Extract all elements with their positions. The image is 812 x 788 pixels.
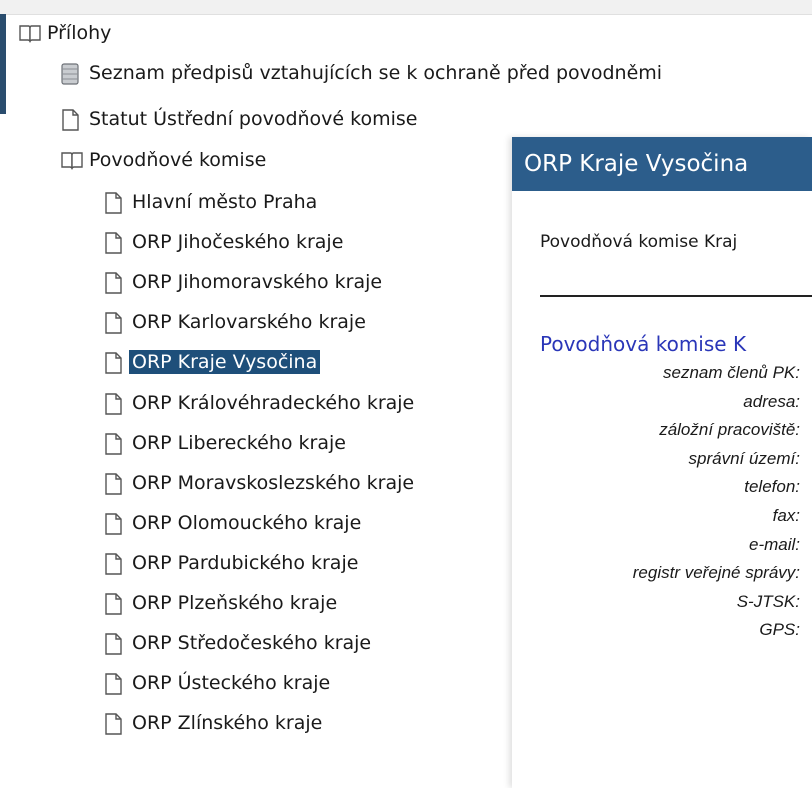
- tree-node-commission[interactable]: ORP Libereckého kraje: [103, 428, 349, 458]
- document-icon: [103, 231, 123, 254]
- tree-node-commission[interactable]: ORP Moravskoslezského kraje: [103, 468, 417, 498]
- tree-node-label: ORP Karlovarského kraje: [132, 311, 366, 333]
- divider: [540, 295, 812, 297]
- tree-node-commission[interactable]: ORP Jihomoravského kraje: [103, 267, 385, 297]
- tree-node-label: Statut Ústřední povodňové komise: [89, 108, 418, 130]
- tree-node-statut[interactable]: Statut Ústřední povodňové komise: [60, 104, 420, 134]
- tree-node-commission[interactable]: ORP Středočeského kraje: [103, 628, 374, 658]
- panel-subtitle: Povodňová komise K: [540, 332, 747, 356]
- field-label: správní území:: [688, 449, 801, 468]
- tree-node-label: ORP Moravskoslezského kraje: [132, 472, 415, 494]
- document-icon: [103, 351, 123, 374]
- tree-node-commission[interactable]: ORP Pardubického kraje: [103, 548, 361, 578]
- field-label: telefon:: [744, 477, 800, 496]
- tree-node-povodnove-komise[interactable]: Povodňové komise: [60, 145, 269, 175]
- tree-node-label: Seznam předpisů vztahujících se k ochran…: [89, 62, 663, 84]
- tree-node-label: ORP Libereckého kraje: [132, 432, 346, 454]
- field-label: GPS:: [759, 620, 800, 639]
- detail-panel: ORP Kraje Vysočina Povodňová komise Kraj…: [512, 137, 812, 788]
- tree-node-label: ORP Pardubického kraje: [132, 552, 359, 574]
- tree-node-commission[interactable]: ORP Olomouckého kraje: [103, 508, 364, 538]
- open-book-icon: [18, 22, 41, 44]
- field-label: fax:: [772, 506, 800, 525]
- document-icon: [103, 311, 123, 334]
- field-label: adresa:: [743, 392, 800, 411]
- tree-node-label: ORP Královéhradeckého kraje: [132, 392, 415, 414]
- tree-node-prilohy[interactable]: Přílohy: [18, 18, 114, 48]
- tree-node-label: ORP Jihočeského kraje: [132, 231, 344, 253]
- tree-node-commission[interactable]: ORP Jihočeského kraje: [103, 227, 346, 257]
- document-icon: [103, 392, 123, 415]
- document-icon: [103, 712, 123, 735]
- book-stack-icon: [60, 62, 80, 85]
- tree-node-label: ORP Jihomoravského kraje: [132, 271, 383, 293]
- document-icon: [103, 432, 123, 455]
- tree-node-label: Povodňové komise: [89, 149, 267, 171]
- field-label: e-mail:: [748, 535, 800, 554]
- tree-node-label: ORP Plzeňského kraje: [132, 592, 338, 614]
- open-book-icon: [60, 149, 83, 171]
- tree-node-label: ORP Středočeského kraje: [132, 632, 372, 654]
- tree-node-commission[interactable]: Hlavní město Praha: [103, 187, 320, 217]
- tree-node-commission[interactable]: ORP Ústeckého kraje: [103, 668, 333, 698]
- tree-node-predpisy[interactable]: Seznam předpisů vztahujících se k ochran…: [60, 58, 665, 88]
- document-icon: [103, 592, 123, 615]
- tree-node-label: ORP Zlínského kraje: [132, 712, 323, 734]
- field-label: S-JTSK:: [736, 592, 800, 611]
- panel-intro-text: Povodňová komise Kraj: [540, 232, 738, 252]
- document-icon: [103, 271, 123, 294]
- field-label: záložní pracoviště:: [659, 420, 800, 439]
- tree-node-label: ORP Ústeckého kraje: [132, 672, 331, 694]
- tree-node-label: Přílohy: [47, 22, 112, 44]
- field-label: registr veřejné správy:: [632, 563, 800, 582]
- document-icon: [103, 472, 123, 495]
- document-icon: [103, 191, 123, 214]
- tree-node-commission[interactable]: ORP Karlovarského kraje: [103, 307, 369, 337]
- tree-node-label: ORP Kraje Vysočina: [129, 350, 321, 374]
- panel-title: ORP Kraje Vysočina: [512, 137, 812, 191]
- tree-node-commission[interactable]: ORP Kraje Vysočina: [103, 347, 321, 377]
- tree-node-label: Hlavní město Praha: [132, 191, 318, 213]
- field-label: seznam členů PK:: [662, 363, 800, 382]
- document-icon: [103, 672, 123, 695]
- tree-node-label: ORP Olomouckého kraje: [132, 512, 362, 534]
- tree-node-commission[interactable]: ORP Zlínského kraje: [103, 708, 325, 738]
- document-icon: [103, 552, 123, 575]
- document-icon: [103, 512, 123, 535]
- tree-node-commission[interactable]: ORP Královéhradeckého kraje: [103, 388, 417, 418]
- document-icon: [103, 632, 123, 655]
- document-icon: [60, 108, 80, 131]
- tree-node-commission[interactable]: ORP Plzeňského kraje: [103, 588, 340, 618]
